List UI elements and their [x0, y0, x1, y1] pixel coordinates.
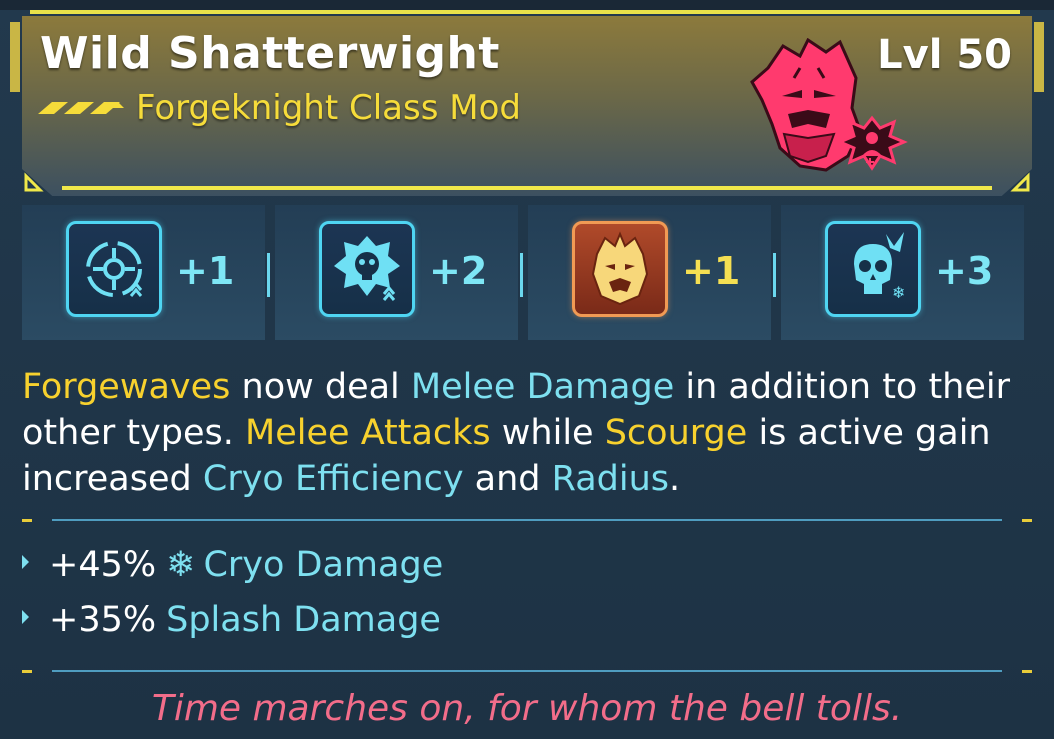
description-text: now deal: [230, 367, 411, 407]
stat-line-splash-damage: +35% Splash Damage: [22, 600, 441, 640]
left-side-bar: [10, 22, 20, 92]
item-description: Forgewaves now deal Melee Damage in addi…: [22, 364, 1022, 502]
skill-bonuses: +1 +2 +1 ❄ +3: [22, 205, 1034, 340]
keyword-forgewaves: Forgewaves: [22, 367, 231, 407]
skill-bonus-value: +1: [682, 249, 741, 293]
svg-text:❄: ❄: [892, 283, 905, 302]
item-card: Wild Shatterwight Forgeknight Class Mod …: [0, 0, 1054, 739]
rarity-chevrons-icon: [38, 98, 128, 122]
section-divider: [52, 519, 1002, 521]
divider-dash: [1022, 670, 1032, 673]
stat-value: +35%: [49, 600, 157, 640]
stat-label: Cryo Damage: [203, 545, 444, 585]
skill-bonus-value: +2: [429, 249, 488, 293]
skill-bonus-3[interactable]: +1: [528, 205, 771, 340]
skill-separator: [773, 253, 776, 297]
stat-line-cryo-damage: +45% ❄ Cryo Damage: [22, 545, 443, 585]
description-text: .: [669, 459, 681, 499]
skill-separator: [267, 253, 270, 297]
forge-face-icon: [572, 221, 668, 317]
keyword-radius: Radius: [551, 459, 670, 499]
stat-label: Splash Damage: [166, 600, 441, 640]
keyword-melee-damage: Melee Damage: [410, 367, 675, 407]
skill-bonus-value: +3: [935, 249, 994, 293]
skill-bonus-2[interactable]: +2: [275, 205, 518, 340]
forgeknight-portrait-icon: [748, 37, 918, 182]
top-accent-line: [30, 10, 1020, 14]
description-text: while: [490, 413, 605, 453]
cryo-skull-icon: [319, 221, 415, 317]
top-strip: [0, 0, 1054, 10]
section-divider: [52, 670, 1002, 672]
corner-triangle-icon: [1010, 172, 1030, 196]
snowflake-icon: ❄: [166, 545, 196, 585]
divider-dash: [22, 670, 32, 673]
skill-bonus-1[interactable]: +1: [22, 205, 265, 340]
corner-triangle-icon: [24, 172, 44, 196]
right-side-bar: [1034, 22, 1044, 92]
bullet-arrow-icon: [22, 610, 29, 624]
keyword-cryo-efficiency: Cryo Efficiency: [202, 459, 464, 499]
bullet-arrow-icon: [22, 555, 29, 569]
item-name: Wild Shatterwight: [40, 28, 500, 79]
keyword-melee-attacks: Melee Attacks: [245, 413, 491, 453]
skill-bonus-value: +1: [176, 249, 235, 293]
flavor-text: Time marches on, for whom the bell tolls…: [151, 688, 903, 729]
stat-value: +45%: [49, 545, 157, 585]
skill-bonus-4[interactable]: ❄ +3: [781, 205, 1024, 340]
header-underline: [62, 186, 992, 190]
item-type: Forgeknight Class Mod: [136, 88, 521, 128]
description-text: and: [463, 459, 552, 499]
divider-dash: [1022, 519, 1032, 522]
frozen-skull-icon: ❄: [825, 221, 921, 317]
crosshair-reload-icon: [66, 221, 162, 317]
keyword-scourge: Scourge: [604, 413, 748, 453]
divider-dash: [22, 519, 32, 522]
skill-separator: [520, 253, 523, 297]
